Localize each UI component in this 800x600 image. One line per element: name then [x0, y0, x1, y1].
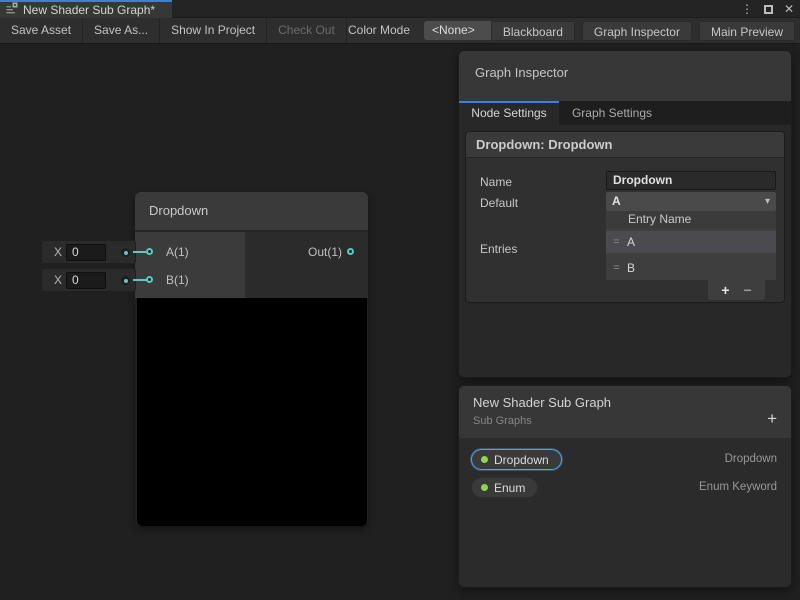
close-icon[interactable]: ✕ [784, 0, 794, 18]
toolbar-left-group: Save Asset Save As... Show In Project Ch… [0, 18, 347, 43]
save-as-button[interactable]: Save As... [83, 18, 160, 43]
color-mode-value: <None> [432, 23, 475, 37]
input-a-value-field[interactable]: 0 [66, 244, 106, 261]
blackboard-title: New Shader Sub Graph [473, 395, 791, 410]
entry-name: A [627, 235, 635, 249]
enum-property-pill[interactable]: Enum [471, 477, 538, 498]
property-type-label: Enum Keyword [699, 477, 777, 498]
tab-graph-settings[interactable]: Graph Settings [559, 101, 665, 125]
node-body [135, 232, 368, 298]
graph-inspector-header[interactable]: Graph Inspector [459, 51, 791, 101]
entries-label: Entries [480, 242, 517, 256]
entry-row-b[interactable]: = B [606, 257, 776, 279]
input-a-axis-label: X [54, 245, 62, 259]
pill-label: Enum [494, 481, 525, 495]
output-port-label: Out(1) [280, 245, 342, 259]
entries-footer: + − [708, 280, 765, 300]
wire-a [133, 251, 147, 253]
section-title: Dropdown: Dropdown [466, 132, 784, 158]
property-type-label: Dropdown [725, 449, 777, 470]
input-a-default-widget: X 0 [41, 240, 136, 264]
node-preview [137, 298, 367, 526]
input-b-connector-dot [121, 276, 130, 285]
input-a-connector-dot [121, 248, 130, 257]
dropdown-property-pill[interactable]: Dropdown [471, 449, 562, 470]
graph-inspector-toggle-button[interactable]: Graph Inspector [582, 21, 692, 41]
exposed-dot-icon [481, 456, 488, 463]
inspector-tabs: Node Settings Graph Settings [459, 101, 791, 125]
entries-rows: = A = B [606, 228, 776, 280]
blackboard-row-enum: Enum Enum Keyword [459, 477, 792, 498]
input-port-b[interactable] [146, 276, 153, 283]
document-tab-bar: New Shader Sub Graph* ⋮ ✕ [0, 0, 800, 18]
add-entry-button[interactable]: + [721, 280, 729, 300]
blackboard-subtitle: Sub Graphs [473, 415, 791, 427]
node-input-column [135, 232, 245, 298]
default-dropdown[interactable]: A ▾ [606, 192, 776, 211]
dropdown-node[interactable]: Dropdown [135, 192, 368, 526]
color-mode-label: Color Mode [348, 18, 410, 43]
input-b-value-field[interactable]: 0 [66, 272, 106, 289]
toolbar-right-group: Blackboard Graph Inspector Main Preview [491, 21, 795, 41]
blackboard-header[interactable]: New Shader Sub Graph Sub Graphs + [459, 386, 791, 438]
input-port-a[interactable] [146, 248, 153, 255]
node-output-column [245, 232, 368, 298]
drag-handle-icon[interactable]: = [606, 236, 627, 248]
dropdown-settings-section: Dropdown: Dropdown Name Dropdown Default… [465, 131, 785, 303]
document-tab[interactable]: New Shader Sub Graph* [0, 0, 172, 18]
more-options-icon[interactable]: ⋮ [741, 0, 753, 18]
blackboard-toggle-button[interactable]: Blackboard [491, 21, 575, 41]
entries-column-header: Entry Name [606, 211, 776, 228]
blackboard-panel: New Shader Sub Graph Sub Graphs + Dropdo… [458, 385, 792, 588]
graph-toolbar: Save Asset Save As... Show In Project Ch… [0, 18, 800, 44]
graph-inspector-panel: Graph Inspector Node Settings Graph Sett… [458, 50, 792, 378]
input-port-b-label: B(1) [166, 273, 189, 287]
remove-entry-button[interactable]: − [744, 280, 752, 300]
default-label: Default [480, 196, 518, 210]
main-preview-toggle-button[interactable]: Main Preview [699, 21, 795, 41]
graph-inspector-title: Graph Inspector [475, 65, 568, 80]
drag-handle-icon[interactable]: = [606, 262, 627, 274]
maximize-icon[interactable] [764, 5, 773, 14]
input-b-default-widget: X 0 [41, 268, 136, 292]
name-input[interactable]: Dropdown [606, 171, 776, 190]
input-port-a-label: A(1) [166, 245, 189, 259]
save-asset-button[interactable]: Save Asset [0, 18, 83, 43]
window-controls: ⋮ ✕ [741, 0, 794, 18]
inspector-body: Dropdown: Dropdown Name Dropdown Default… [459, 125, 791, 377]
pill-label: Dropdown [494, 453, 549, 467]
shader-graph-icon [6, 1, 18, 19]
default-dropdown-value: A [612, 194, 621, 208]
check-out-button: Check Out [267, 18, 347, 43]
document-tab-title: New Shader Sub Graph* [23, 3, 155, 17]
output-port[interactable] [347, 248, 354, 255]
chevron-down-icon: ▾ [765, 192, 770, 211]
tab-node-settings[interactable]: Node Settings [459, 101, 559, 125]
entry-row-a[interactable]: = A [606, 231, 776, 253]
name-label: Name [480, 175, 512, 189]
show-in-project-button[interactable]: Show In Project [160, 18, 267, 43]
node-title[interactable]: Dropdown [135, 192, 368, 232]
blackboard-row-dropdown: Dropdown Dropdown [459, 449, 792, 470]
unity-shader-graph-window: New Shader Sub Graph* ⋮ ✕ Save Asset Sav… [0, 0, 800, 600]
add-property-button[interactable]: + [767, 410, 777, 427]
entry-name: B [627, 261, 635, 275]
exposed-dot-icon [481, 484, 488, 491]
wire-b [133, 279, 147, 281]
entries-list: Entry Name = A = B [606, 211, 776, 280]
input-b-axis-label: X [54, 273, 62, 287]
